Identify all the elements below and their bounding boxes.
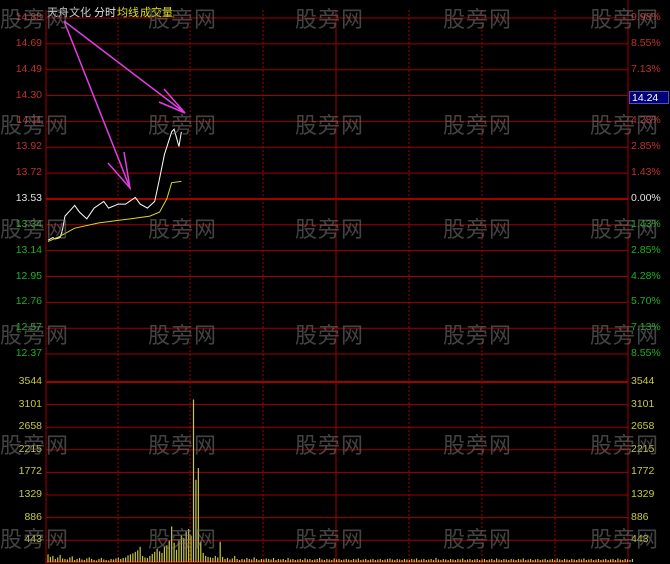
- watermark: 股旁网: [148, 323, 218, 348]
- watermark: 股旁网: [0, 433, 70, 458]
- price-tick-label: 13.72: [15, 166, 42, 179]
- watermark: 股旁网: [0, 113, 70, 138]
- chart-canvas: [45, 0, 634, 564]
- watermark: 股旁网: [443, 7, 513, 32]
- price-tick-label: 14.69: [15, 36, 42, 49]
- price-tick-label: 13.53: [15, 191, 42, 204]
- watermark: 股旁网: [443, 113, 513, 138]
- volume-tick-label: 1329: [18, 488, 42, 500]
- price-tick-label: 13.92: [15, 140, 42, 153]
- watermark: 股旁网: [148, 217, 218, 242]
- watermark: 股旁网: [295, 113, 365, 138]
- watermark: 股旁网: [590, 323, 660, 348]
- watermark: 股旁网: [0, 217, 70, 242]
- volume-tick-label: 886: [24, 510, 42, 523]
- pct-tick-label: 5.70%: [631, 295, 661, 308]
- watermark: 股旁网: [443, 323, 513, 348]
- watermark: 股旁网: [443, 527, 513, 552]
- watermark: 股旁网: [295, 433, 365, 458]
- watermark: 股旁网: [295, 323, 365, 348]
- pct-tick-label: 7.13%: [631, 62, 661, 75]
- watermark: 股旁网: [295, 217, 365, 242]
- volume-tick-label-right: 1772: [631, 465, 655, 478]
- avg-legend: 均线: [117, 7, 139, 19]
- volume-tick-label-right: 3544: [631, 375, 655, 387]
- volume-tick-label-right: 3101: [631, 397, 655, 410]
- watermark: 股旁网: [443, 433, 513, 458]
- volume-tick-label: 3544: [18, 375, 42, 387]
- volume-tick-label-right: 886: [631, 510, 649, 523]
- arrowhead: [107, 151, 132, 191]
- pct-tick-label: 4.28%: [631, 269, 661, 282]
- watermark: 股旁网: [148, 113, 218, 138]
- watermark: 股旁网: [148, 527, 218, 552]
- price-tick-label: 14.30: [15, 88, 42, 101]
- watermark: 股旁网: [590, 433, 660, 458]
- pct-tick-label: 0.00%: [631, 191, 661, 204]
- pct-tick-label: 2.85%: [631, 243, 661, 256]
- volume-tick-label: 1772: [18, 465, 42, 478]
- intraday-chart: 天舟文化 分时 均线 成交量 14.88 9.98% 14.69 8.55% 14.49…: [0, 0, 670, 564]
- price-tick-label: 14.49: [15, 62, 42, 75]
- volume-tick-label: 3101: [18, 397, 42, 410]
- watermark: 股旁网: [590, 7, 660, 32]
- price-tick-label: 12.76: [15, 295, 42, 308]
- watermark: 股旁网: [148, 433, 218, 458]
- pct-tick-label: 8.55%: [631, 36, 661, 49]
- watermark: 股旁网: [0, 7, 70, 32]
- watermark: 股旁网: [443, 217, 513, 242]
- price-tick-label: 13.14: [15, 243, 42, 256]
- watermark: 股旁网: [590, 527, 660, 552]
- current-price-tag: 14.24: [629, 91, 669, 104]
- price-tick-label: 12.95: [15, 269, 42, 282]
- pct-tick-label: 2.85%: [631, 140, 661, 153]
- watermark: 股旁网: [590, 113, 660, 138]
- mode-label[interactable]: 分时: [94, 4, 116, 20]
- watermark: 股旁网: [148, 7, 218, 32]
- watermark: 股旁网: [590, 217, 660, 242]
- pct-tick-label: 1.43%: [631, 166, 661, 179]
- watermark: 股旁网: [0, 527, 70, 552]
- watermark: 股旁网: [295, 527, 365, 552]
- watermark: 股旁网: [295, 7, 365, 32]
- watermark: 股旁网: [0, 323, 70, 348]
- volume-tick-label-right: 1329: [631, 488, 655, 500]
